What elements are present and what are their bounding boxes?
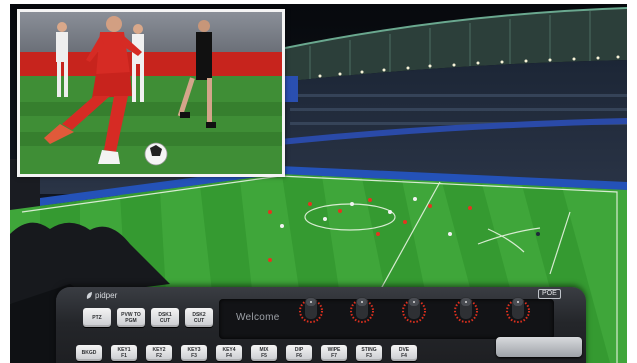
button-sublabel: F5	[261, 353, 267, 359]
button-sublabel: F6	[296, 353, 302, 359]
pvw-to-pgm-button[interactable]: PVW TO PGM	[117, 308, 145, 327]
button-sublabel: F3	[366, 353, 372, 359]
lcd-display: Welcome	[219, 299, 554, 339]
rotary-knob-5[interactable]	[506, 293, 530, 325]
button-sublabel: F2	[156, 353, 162, 359]
key2-button[interactable]: KEY2 F2	[146, 345, 172, 361]
rotary-knob-3[interactable]	[402, 293, 426, 325]
button-sublabel: CUT	[193, 317, 205, 324]
button-label: BKGD	[81, 350, 97, 356]
button-label: PTZ	[92, 314, 102, 321]
bkgd-button[interactable]: BKGD	[76, 345, 102, 361]
brand-name: pidper	[95, 291, 118, 300]
promo-scene: pidper POE PTZ PVW TO PGM DSK1 CUT DSK2 …	[0, 0, 637, 363]
button-sublabel: F4	[226, 353, 232, 359]
brand-logo: pidper	[86, 291, 117, 300]
t-bar-fader[interactable]	[496, 337, 582, 357]
mix-button[interactable]: MIX F5	[251, 345, 277, 361]
button-sublabel: F3	[191, 353, 197, 359]
rotary-knob-2[interactable]	[350, 293, 374, 325]
button-sublabel: F7	[331, 353, 337, 359]
sting-button[interactable]: STING F3	[356, 345, 382, 361]
key1-button[interactable]: KEY1 F1	[111, 345, 137, 361]
display-welcome-text: Welcome	[236, 312, 280, 323]
dve-button[interactable]: DVE F4	[391, 345, 417, 361]
pip-video-preview	[17, 9, 285, 177]
key3-button[interactable]: KEY3 F3	[181, 345, 207, 361]
button-sublabel: F1	[121, 353, 127, 359]
dip-button[interactable]: DIP F6	[286, 345, 312, 361]
dsk2-cut-button[interactable]: DSK2 CUT	[185, 308, 213, 327]
video-switcher-console: pidper POE PTZ PVW TO PGM DSK1 CUT DSK2 …	[56, 287, 586, 363]
key4-button[interactable]: KEY4 F4	[216, 345, 242, 361]
leaf-icon	[86, 292, 92, 299]
rotary-knob-4[interactable]	[454, 293, 478, 325]
ptz-button[interactable]: PTZ	[83, 308, 111, 327]
poe-badge: POE	[538, 289, 561, 299]
rotary-knob-1[interactable]	[299, 293, 323, 325]
button-sublabel: F4	[401, 353, 407, 359]
button-sublabel: PGM	[125, 317, 137, 324]
dsk1-cut-button[interactable]: DSK1 CUT	[151, 308, 179, 327]
wipe-button[interactable]: WIPE F7	[321, 345, 347, 361]
button-sublabel: CUT	[159, 317, 171, 324]
